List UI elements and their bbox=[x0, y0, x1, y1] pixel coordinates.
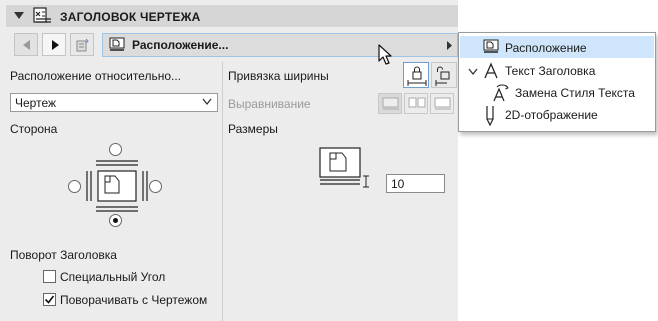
pen-icon bbox=[486, 106, 494, 127]
text-a-icon bbox=[484, 62, 498, 79]
position-relative-value: Чертеж bbox=[15, 96, 57, 110]
next-button[interactable] bbox=[42, 33, 66, 56]
collapse-triangle-icon[interactable] bbox=[14, 12, 24, 20]
align-left-button[interactable] bbox=[378, 93, 402, 114]
side-radio-top[interactable] bbox=[109, 143, 122, 156]
size-input[interactable]: 10 bbox=[386, 174, 445, 193]
favorites-button[interactable] bbox=[70, 33, 94, 56]
breadcrumb-label: Расположение... bbox=[132, 38, 229, 52]
menu-item-text-style-replace-label: Замена Стиля Текста bbox=[515, 86, 635, 100]
side-radio-bottom[interactable] bbox=[109, 214, 122, 227]
title-size-diagram bbox=[319, 147, 369, 188]
menu-item-title-text-label: Текст Заголовка bbox=[505, 64, 596, 78]
favorites-icon bbox=[76, 38, 89, 52]
checkmark-icon bbox=[44, 295, 55, 304]
sizes-label: Размеры bbox=[228, 122, 278, 136]
side-radio-right[interactable] bbox=[149, 180, 162, 193]
layout-icon bbox=[483, 39, 499, 53]
rotate-with-drawing-checkbox[interactable] bbox=[43, 293, 56, 306]
mouse-cursor-icon bbox=[378, 44, 392, 65]
alignment-label: Выравнивание bbox=[228, 97, 311, 111]
arrow-left-icon bbox=[23, 40, 30, 50]
arrow-right-icon bbox=[52, 40, 59, 50]
width-binding-unlocked-button[interactable] bbox=[431, 62, 457, 88]
align-right-button[interactable] bbox=[430, 93, 454, 114]
lock-open-icon bbox=[435, 66, 450, 86]
special-angle-label: Специальный Угол bbox=[60, 270, 166, 284]
layout-icon bbox=[109, 37, 125, 51]
menu-item-2d-display-label: 2D-отображение bbox=[505, 108, 598, 122]
chevron-right-icon bbox=[447, 41, 452, 50]
menu-item-layout-label: Расположение bbox=[505, 41, 587, 55]
align-center-icon bbox=[408, 97, 426, 108]
side-radio-left[interactable] bbox=[68, 180, 81, 193]
side-label: Сторона bbox=[10, 122, 58, 136]
section-title: ЗАГОЛОВОК ЧЕРТЕЖА bbox=[60, 10, 201, 24]
column-divider bbox=[222, 62, 223, 321]
width-binding-locked-button[interactable] bbox=[403, 62, 429, 88]
lock-closed-icon bbox=[407, 66, 427, 86]
align-center-button[interactable] bbox=[404, 93, 428, 114]
side-layout-diagram bbox=[86, 160, 148, 212]
text-style-replace-icon bbox=[493, 84, 509, 102]
breadcrumb-popup-menu: Расположение Текст Заголовка Замена Стил… bbox=[458, 32, 656, 132]
rotation-label: Поворот Заголовка bbox=[10, 248, 117, 262]
position-relative-label: Расположение относительно... bbox=[10, 69, 182, 83]
width-binding-label: Привязка ширины bbox=[228, 69, 329, 83]
chevron-down-icon[interactable] bbox=[468, 68, 478, 76]
position-relative-select[interactable]: Чертеж bbox=[10, 93, 218, 112]
chevron-down-icon bbox=[202, 98, 212, 106]
align-left-icon bbox=[382, 97, 399, 110]
rotate-with-drawing-label: Поворачивать с Чертежом bbox=[60, 293, 208, 307]
special-angle-checkbox[interactable] bbox=[43, 270, 56, 283]
align-right-icon bbox=[434, 97, 451, 110]
prev-button[interactable] bbox=[14, 33, 38, 56]
drawing-title-icon bbox=[33, 7, 51, 23]
